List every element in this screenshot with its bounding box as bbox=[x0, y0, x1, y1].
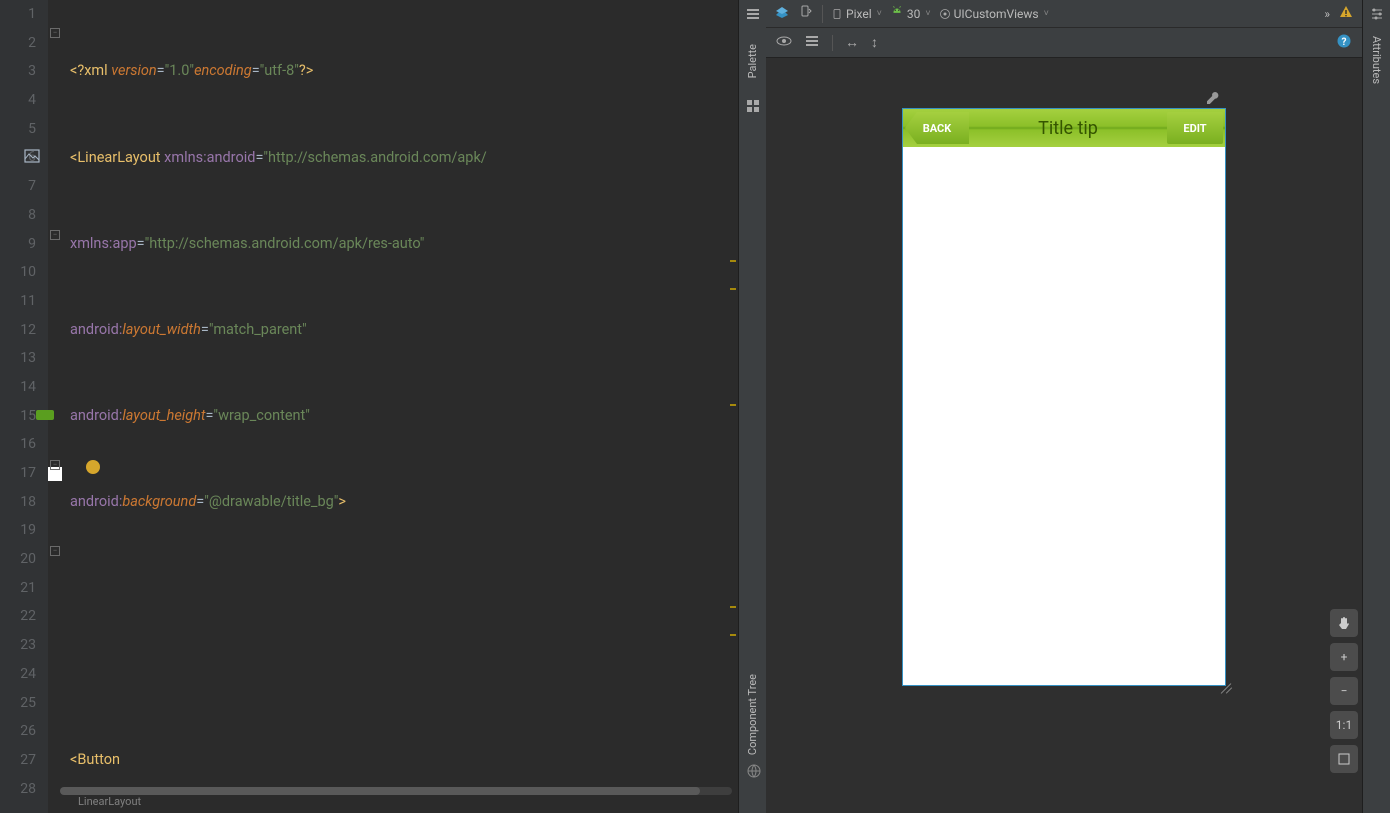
design-canvas[interactable]: BACK Title tip EDIT + − 1:1 bbox=[766, 58, 1362, 813]
fold-toggle[interactable]: − bbox=[50, 546, 60, 556]
horizontal-scrollbar[interactable] bbox=[60, 787, 732, 795]
pan-tool-icon[interactable] bbox=[1330, 609, 1358, 637]
zoom-in-button[interactable]: + bbox=[1330, 643, 1358, 671]
view-options-icon[interactable] bbox=[776, 33, 792, 53]
design-surface-icon[interactable] bbox=[774, 4, 790, 24]
more-actions[interactable]: » bbox=[1324, 7, 1330, 21]
code-text-area[interactable]: <?xml version="1.0" encoding="utf-8"?> <… bbox=[64, 0, 738, 813]
back-button[interactable]: BACK bbox=[905, 112, 969, 144]
attributes-label[interactable]: Attributes bbox=[1370, 36, 1383, 84]
line-number: 7 bbox=[0, 172, 48, 201]
line-number: 3 bbox=[0, 57, 48, 86]
device-picker[interactable]: Pixel bbox=[831, 6, 882, 22]
fold-column: − − − − bbox=[48, 0, 64, 813]
line-number: 12 bbox=[0, 316, 48, 345]
line-number: 19 bbox=[0, 516, 48, 545]
line-number: 26 bbox=[0, 717, 48, 746]
wrench-icon[interactable] bbox=[1204, 90, 1220, 110]
line-number: 5 bbox=[0, 115, 48, 144]
resize-handle-icon[interactable] bbox=[1217, 677, 1233, 693]
api-picker[interactable]: 30 bbox=[890, 4, 931, 23]
blueprint-icon[interactable] bbox=[804, 33, 820, 53]
theme-picker[interactable]: UICustomViews bbox=[939, 6, 1049, 22]
line-number: 13 bbox=[0, 344, 48, 373]
line-number: 24 bbox=[0, 660, 48, 689]
line-number: 20 bbox=[0, 545, 48, 574]
design-view-toolbar: ↔ ↕ ? bbox=[766, 28, 1362, 58]
sliders-icon[interactable] bbox=[1369, 6, 1385, 26]
line-number: 4 bbox=[0, 86, 48, 115]
line-number: 22 bbox=[0, 602, 48, 631]
zoom-fit-button[interactable] bbox=[1330, 745, 1358, 773]
line-number: 14 bbox=[0, 373, 48, 402]
line-number: 25 bbox=[0, 689, 48, 718]
warning-icon[interactable] bbox=[1338, 4, 1354, 24]
edit-button[interactable]: EDIT bbox=[1167, 112, 1223, 144]
globe-icon bbox=[746, 763, 762, 783]
orientation-icon[interactable] bbox=[798, 4, 814, 24]
line-number: 18 bbox=[0, 488, 48, 517]
palette-settings-icon[interactable] bbox=[745, 98, 761, 118]
palette-label[interactable]: Palette bbox=[746, 44, 759, 78]
line-number: 15 bbox=[0, 402, 48, 431]
image-gutter-icon[interactable] bbox=[24, 148, 40, 168]
code-editor-pane[interactable]: 1 2 3 4 5 6 7 8 9 10 11 12 13 14 15 16 1… bbox=[0, 0, 738, 813]
fold-toggle[interactable]: − bbox=[50, 28, 60, 38]
help-icon[interactable]: ? bbox=[1336, 33, 1352, 53]
line-number: 1 bbox=[0, 0, 48, 29]
palette-icon[interactable] bbox=[745, 6, 761, 26]
horizontal-arrows-icon[interactable]: ↔ bbox=[845, 34, 859, 51]
title-text: Title tip bbox=[969, 118, 1167, 139]
zoom-ratio-button[interactable]: 1:1 bbox=[1330, 711, 1358, 739]
line-number: 8 bbox=[0, 201, 48, 230]
design-toolbar: Pixel 30 UICustomViews » bbox=[766, 0, 1362, 28]
device-preview[interactable]: BACK Title tip EDIT bbox=[902, 108, 1226, 686]
title-bar: BACK Title tip EDIT bbox=[903, 109, 1225, 147]
fold-toggle[interactable]: − bbox=[50, 230, 60, 240]
line-gutter: 1 2 3 4 5 6 7 8 9 10 11 12 13 14 15 16 1… bbox=[0, 0, 48, 813]
line-number: 17 bbox=[0, 459, 48, 488]
svg-text:?: ? bbox=[1342, 37, 1347, 48]
line-number: 2 bbox=[0, 29, 48, 58]
breadcrumb[interactable]: LinearLayout bbox=[0, 795, 738, 813]
zoom-controls: + − 1:1 bbox=[1330, 609, 1358, 773]
design-preview-pane: Pixel 30 UICustomViews » ↔ ↕ ? bbox=[766, 0, 1362, 813]
line-number: 11 bbox=[0, 287, 48, 316]
line-number: 21 bbox=[0, 574, 48, 603]
error-stripe[interactable] bbox=[730, 0, 738, 813]
vertical-arrows-icon[interactable]: ↕ bbox=[871, 34, 878, 51]
component-tree-tab[interactable]: Component Tree bbox=[742, 629, 766, 789]
line-number: 23 bbox=[0, 631, 48, 660]
zoom-out-button[interactable]: − bbox=[1330, 677, 1358, 705]
line-number: 16 bbox=[0, 430, 48, 459]
line-number: 10 bbox=[0, 258, 48, 287]
line-number: 9 bbox=[0, 230, 48, 259]
fold-toggle[interactable]: − bbox=[50, 460, 60, 470]
attributes-tool-strip: Attributes bbox=[1362, 0, 1390, 813]
line-number: 27 bbox=[0, 746, 48, 775]
